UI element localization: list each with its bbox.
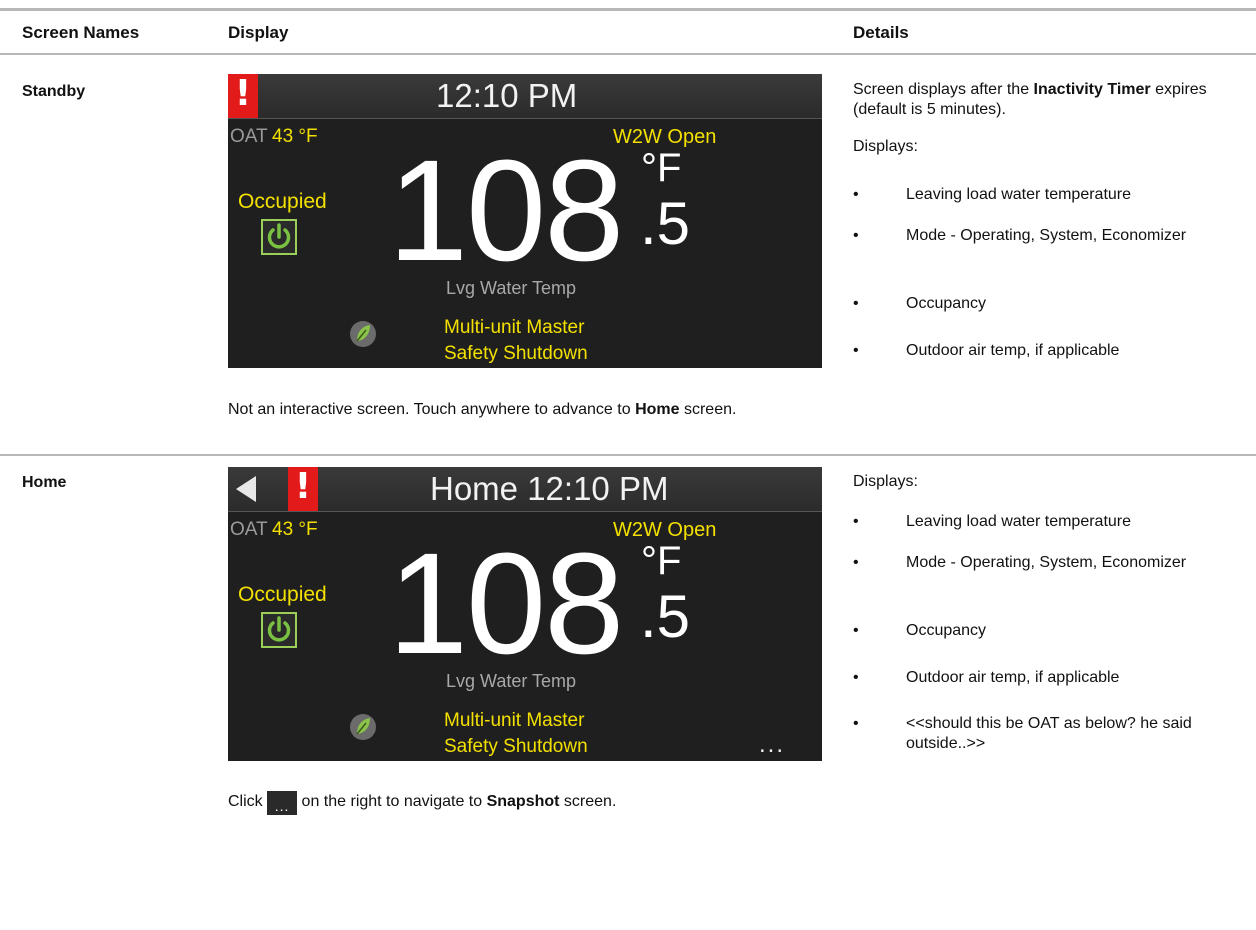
details-intro: Screen displays after the Inactivity Tim… (853, 80, 1253, 120)
temp-decimal: .5 (640, 583, 691, 650)
note-bold: Snapshot (486, 793, 560, 810)
displays-label: Displays: (853, 138, 918, 155)
row-label-home: Home (22, 474, 67, 491)
header-details: Details (853, 23, 909, 42)
power-icon[interactable] (261, 612, 297, 648)
occupancy-status: Occupied (238, 583, 327, 606)
leaf-icon (348, 319, 378, 349)
table-top-rule (0, 8, 1256, 11)
oat-value: 43 °F (272, 126, 318, 147)
displays-label: Displays: (853, 473, 918, 490)
temp-decimal: .5 (640, 190, 691, 257)
details-intro-bold: Inactivity Timer (1033, 81, 1151, 98)
oat-value: 43 °F (272, 519, 318, 540)
row-divider (0, 454, 1256, 456)
mode-line-1: Multi-unit Master (444, 710, 585, 731)
more-icon: ... (267, 791, 298, 815)
temp-label: Lvg Water Temp (446, 671, 577, 691)
note-text: Not an interactive screen. Touch anywher… (228, 401, 636, 418)
leaving-water-temp: 108 (388, 523, 624, 684)
mode-line-1: Multi-unit Master (444, 317, 585, 338)
oat-label: OAT (230, 519, 268, 540)
standby-screen[interactable]: ! 12:10 PM OAT 43 °F W2W Open Occupied 1… (228, 74, 822, 368)
header-display: Display (228, 23, 289, 42)
alert-icon[interactable]: ! (288, 467, 318, 511)
power-icon[interactable] (261, 219, 297, 255)
note-text-end: screen. (679, 401, 737, 418)
note-text: Click (228, 793, 268, 810)
temp-label: Lvg Water Temp (446, 278, 577, 298)
note-text-end: screen. (559, 793, 617, 810)
occupancy-status: Occupied (238, 190, 327, 213)
mode-line-2: Safety Shutdown (444, 343, 588, 364)
alert-icon[interactable]: ! (228, 74, 258, 118)
leaving-water-temp: 108 (388, 130, 624, 291)
standby-note: Not an interactive screen. Touch anywher… (228, 400, 848, 420)
screen-time: 12:10 PM (436, 77, 578, 114)
details-intro-text: Screen displays after the (853, 81, 1034, 98)
oat-label: OAT (230, 126, 268, 147)
leaf-icon (348, 712, 378, 742)
home-screen[interactable]: ! Home 12:10 PM OAT 43 °F W2W Open Occup… (228, 467, 822, 761)
note-bold: Home (635, 401, 680, 418)
temp-unit: °F (641, 146, 682, 190)
screen-time: Home 12:10 PM (430, 470, 669, 507)
header-rule (0, 53, 1256, 55)
row-label-standby: Standby (22, 83, 86, 100)
mode-line-2: Safety Shutdown (444, 736, 588, 757)
home-note: Click ... on the right to navigate to Sn… (228, 791, 848, 815)
header-screen-names: Screen Names (22, 23, 140, 42)
more-button[interactable]: ... (759, 731, 785, 759)
temp-unit: °F (641, 539, 682, 583)
back-arrow-icon[interactable] (236, 476, 256, 502)
note-text-mid: on the right to navigate to (297, 793, 487, 810)
